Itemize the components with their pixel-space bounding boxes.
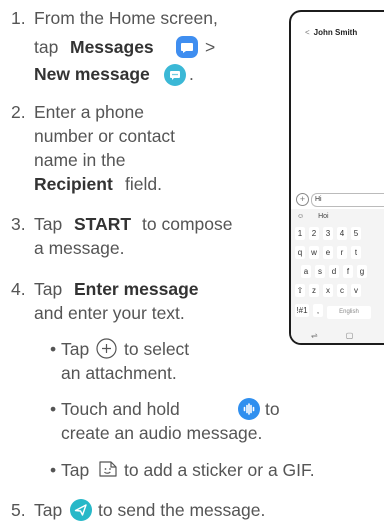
- step-1-separator: >: [205, 37, 216, 57]
- step-3-line-2: a message.: [34, 238, 125, 258]
- key: f: [343, 265, 353, 278]
- key: 3: [323, 227, 333, 240]
- key: ⇧: [295, 284, 305, 297]
- key: d: [329, 265, 339, 278]
- bullet-3-dot: •: [50, 460, 57, 480]
- messages-label: Messages: [70, 37, 154, 57]
- key: !#1: [295, 304, 309, 317]
- bullet-1-dot: •: [50, 339, 57, 359]
- new-message-icon: [164, 64, 186, 86]
- key: z: [309, 284, 319, 297]
- step-1-tap: tap: [34, 37, 59, 57]
- key: s: [315, 265, 325, 278]
- keyboard-row-a: asdfg: [301, 265, 371, 278]
- step-5-tap: Tap: [34, 500, 63, 520]
- keyboard-row-z: ⇧ z x c v: [295, 284, 365, 297]
- bullet-2-pre: Touch and hold: [61, 399, 180, 419]
- bullet-3-tap: Tap: [61, 460, 90, 480]
- key: 1: [295, 227, 305, 240]
- sticker-icon: [97, 458, 119, 480]
- messages-app-icon: [176, 36, 198, 58]
- bullet-3-post: to add a sticker or a GIF.: [124, 460, 315, 480]
- step-5-number: 5.: [11, 500, 26, 520]
- key: r: [337, 246, 347, 259]
- key: v: [351, 284, 361, 297]
- keyboard-row-numbers: 12345: [295, 227, 365, 240]
- start-label: START: [74, 214, 132, 234]
- audio-record-icon: [238, 398, 260, 420]
- key: 2: [309, 227, 319, 240]
- key: e: [323, 246, 333, 259]
- new-message-label: New message: [34, 64, 150, 84]
- step-1-period: .: [189, 64, 194, 84]
- key: t: [351, 246, 361, 259]
- step-2-line-2: number or contact: [34, 126, 176, 146]
- key: 4: [337, 227, 347, 240]
- key: ,: [313, 304, 323, 317]
- keyboard-row-q: qwert: [295, 246, 365, 259]
- contact-name: John Smith: [313, 28, 358, 37]
- bullet-2-dot: •: [50, 399, 57, 419]
- step-3-post: to compose: [142, 214, 233, 234]
- step-2-line-1: Enter a phone: [34, 102, 144, 122]
- step-2-number: 2.: [11, 102, 26, 122]
- key: w: [309, 246, 319, 259]
- conversation-header: < John Smith: [305, 28, 357, 37]
- compose-bar: + Hi: [291, 193, 384, 209]
- key: 5: [351, 227, 361, 240]
- nav-bar: ⇌ ▢: [311, 331, 353, 340]
- bullet-1-line-2: an attachment.: [61, 363, 177, 383]
- step-2-line-4-suffix: field.: [125, 174, 162, 194]
- bullet-2-post: to: [265, 399, 280, 419]
- step-4-number: 4.: [11, 279, 26, 299]
- suggestion-word: Hoi: [318, 213, 329, 220]
- message-input: Hi: [311, 193, 384, 207]
- step-1-line-1: From the Home screen,: [34, 8, 218, 28]
- attach-plus-icon: +: [296, 193, 309, 206]
- step-4-tap: Tap: [34, 279, 63, 299]
- bullet-1-tap: Tap: [61, 339, 90, 359]
- step-1-number: 1.: [11, 8, 26, 28]
- key: q: [295, 246, 305, 259]
- step-3-number: 3.: [11, 214, 26, 234]
- keyboard: ☺ Hoi 12345 qwert asdfg ⇧ z x c v !#1, Englis…: [291, 209, 384, 343]
- key: c: [337, 284, 347, 297]
- key: g: [357, 265, 367, 278]
- home-icon: ▢: [345, 331, 354, 340]
- back-chevron-icon: <: [305, 28, 310, 37]
- recent-apps-icon: ⇌: [311, 331, 318, 340]
- keyboard-suggestion: ☺ Hoi: [297, 213, 329, 220]
- keyboard-row-bottom: !#1, English: [295, 304, 375, 319]
- step-5-post: to send the message.: [98, 500, 266, 520]
- step-2-line-3: name in the: [34, 150, 126, 170]
- enter-message-label: Enter message: [74, 279, 199, 299]
- key-space: English: [327, 306, 371, 319]
- phone-screenshot: < John Smith + Hi ☺ Hoi 12345 qwert asdfg…: [289, 10, 384, 345]
- step-3-tap: Tap: [34, 214, 63, 234]
- step-4-line-2: and enter your text.: [34, 303, 185, 323]
- plus-circle-icon: [96, 338, 117, 359]
- bullet-2-line-2: create an audio message.: [61, 423, 263, 443]
- bullet-1-post: to select: [124, 339, 190, 359]
- key: a: [301, 265, 311, 278]
- key: x: [323, 284, 333, 297]
- recipient-label: Recipient: [34, 174, 113, 194]
- send-icon: [70, 499, 92, 521]
- emoji-icon: ☺: [297, 213, 305, 220]
